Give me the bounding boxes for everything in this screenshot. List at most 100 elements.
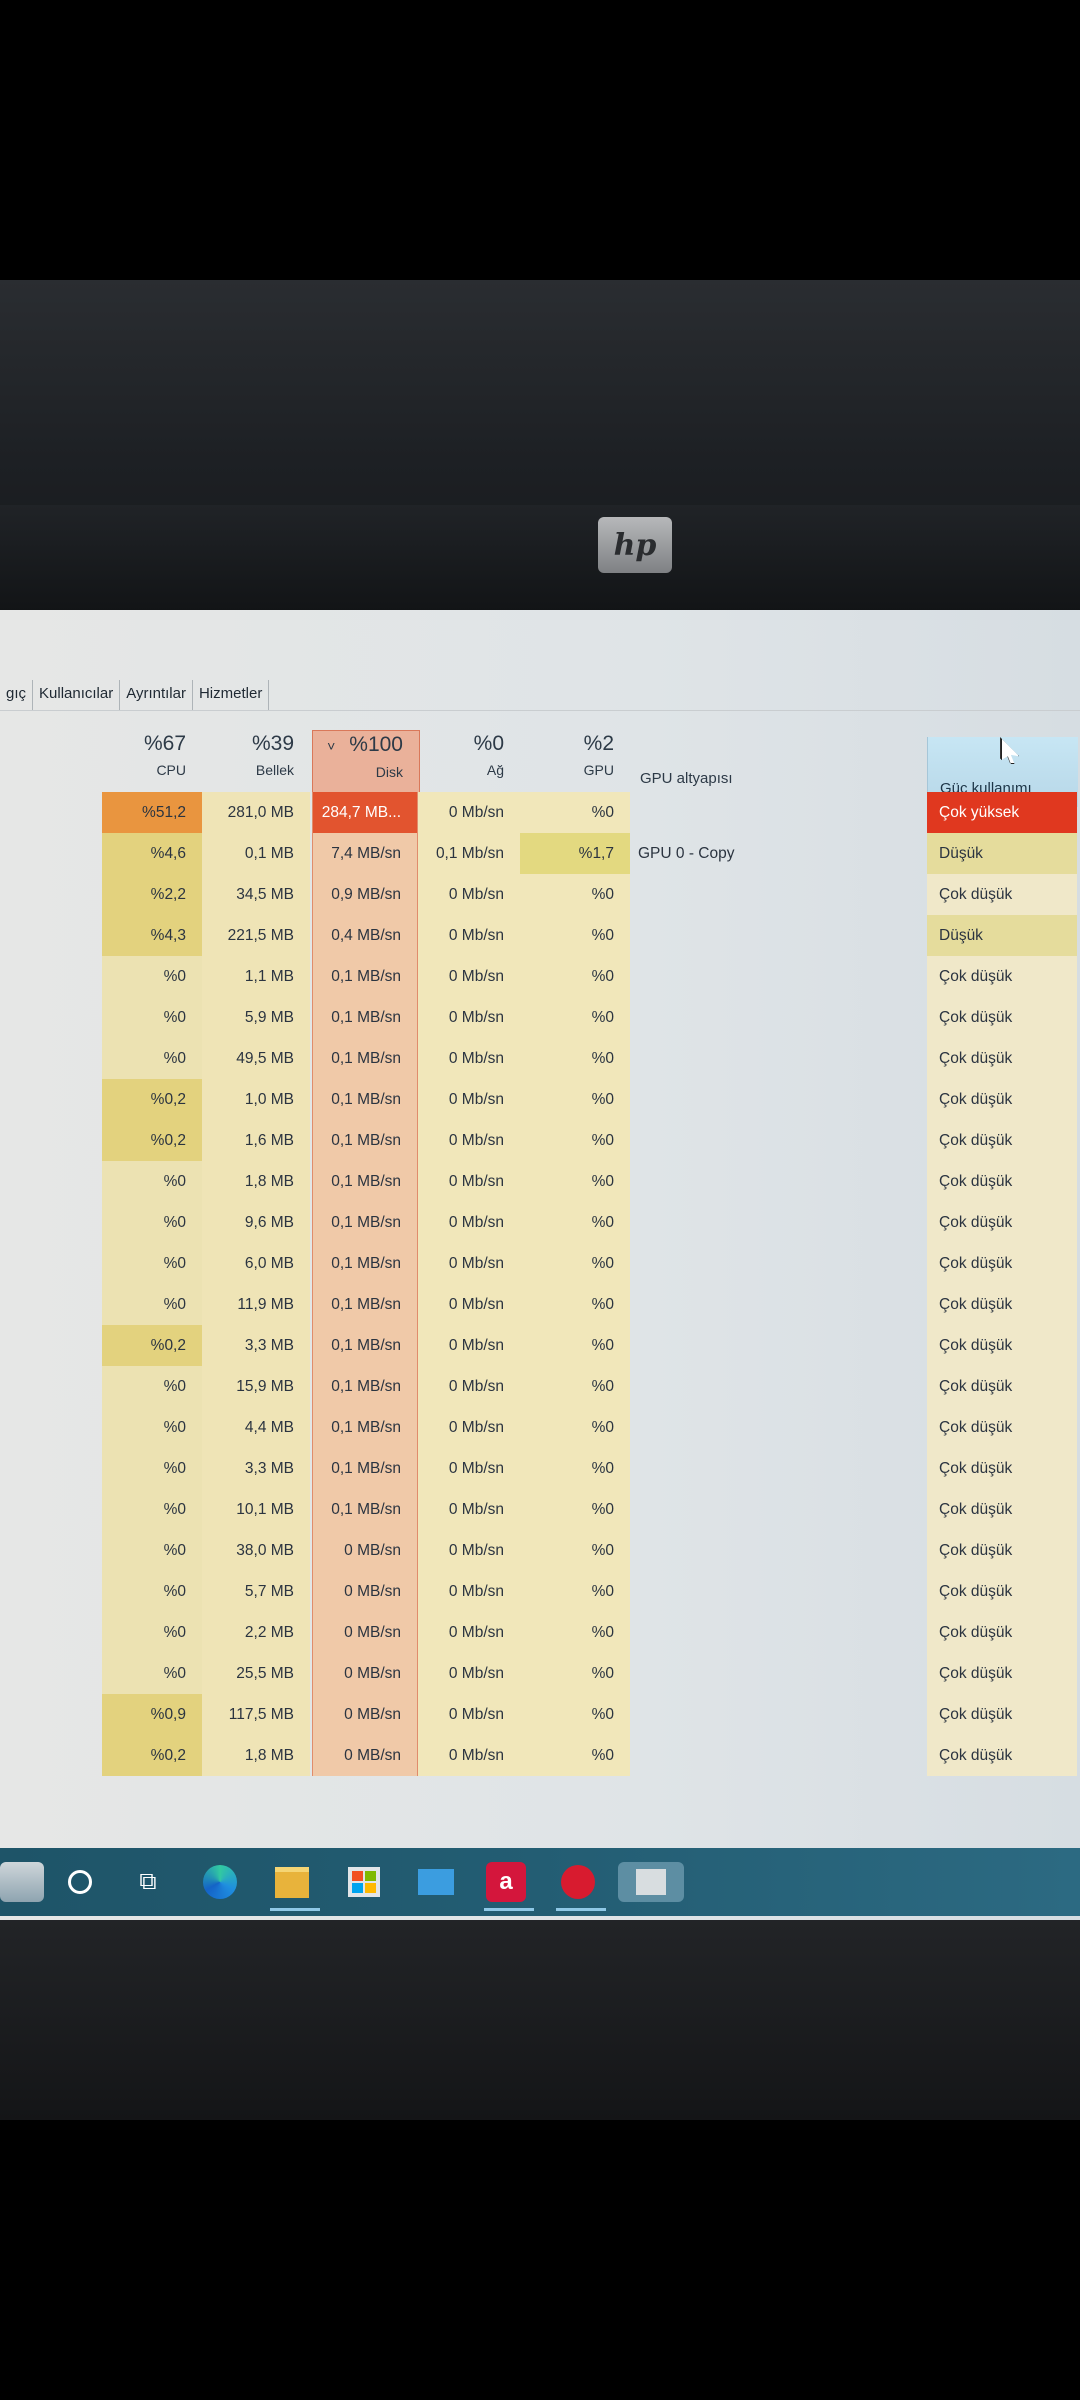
cpu-cell-value: %0,2 — [150, 1747, 186, 1764]
process-row[interactable]: %0 10,1 MB 0,1 MB/sn 0 Mb/sn %0 Çok düşük — [0, 1489, 1080, 1530]
power-usage-cell-value: Düşük — [939, 845, 983, 862]
process-row[interactable]: %0 4,4 MB 0,1 MB/sn 0 Mb/sn %0 Çok düşük — [0, 1407, 1080, 1448]
process-row[interactable]: %0 38,0 MB 0 MB/sn 0 Mb/sn %0 Çok düşük — [0, 1530, 1080, 1571]
memory-cell-value: 0,1 MB — [244, 845, 294, 862]
process-row[interactable]: %0 25,5 MB 0 MB/sn 0 Mb/sn %0 Çok düşük — [0, 1653, 1080, 1694]
disk-cell-value: 0,1 MB/sn — [331, 1009, 401, 1026]
gpu-cell: %0 — [520, 956, 630, 997]
process-row[interactable]: %0,2 1,0 MB 0,1 MB/sn 0 Mb/sn %0 Çok düşük — [0, 1079, 1080, 1120]
network-cell: 0 Mb/sn — [418, 1325, 520, 1366]
memory-cell-value: 10,1 MB — [236, 1501, 294, 1518]
disk-cell-value: 0,1 MB/sn — [331, 1378, 401, 1395]
power-usage-cell-value: Çok düşük — [939, 886, 1013, 903]
column-header-network[interactable]: %0 Ağ — [418, 730, 520, 800]
process-row[interactable]: %0 5,9 MB 0,1 MB/sn 0 Mb/sn %0 Çok düşük — [0, 997, 1080, 1038]
process-row[interactable]: %0 11,9 MB 0,1 MB/sn 0 Mb/sn %0 Çok düşük — [0, 1284, 1080, 1325]
process-row[interactable]: %4,6 0,1 MB 7,4 MB/sn 0,1 Mb/sn %1,7 GPU 0 - … — [0, 833, 1080, 874]
memory-cell: 6,0 MB — [202, 1243, 310, 1284]
process-row[interactable]: %0,2 1,6 MB 0,1 MB/sn 0 Mb/sn %0 Çok düşük — [0, 1120, 1080, 1161]
power-usage-cell-value: Çok düşük — [939, 1009, 1013, 1026]
process-row[interactable]: %2,2 34,5 MB 0,9 MB/sn 0 Mb/sn %0 Çok düşük — [0, 874, 1080, 915]
network-cell: 0 Mb/sn — [418, 1161, 520, 1202]
process-row[interactable]: %0 5,7 MB 0 MB/sn 0 Mb/sn %0 Çok düşük — [0, 1571, 1080, 1612]
column-header-cpu[interactable]: %67 CPU — [102, 730, 202, 800]
gpu-cell-value: %0 — [591, 1050, 614, 1067]
process-row[interactable]: %0 15,9 MB 0,1 MB/sn 0 Mb/sn %0 Çok düşük — [0, 1366, 1080, 1407]
memory-cell: 3,3 MB — [202, 1448, 310, 1489]
network-cell-value: 0 Mb/sn — [448, 968, 504, 985]
process-row[interactable]: %0 9,6 MB 0,1 MB/sn 0 Mb/sn %0 Çok düşük — [0, 1202, 1080, 1243]
gpu-engine-cell — [638, 1653, 838, 1694]
desktop-thumbnail-icon[interactable] — [0, 1862, 44, 1902]
process-row[interactable]: %0 1,1 MB 0,1 MB/sn 0 Mb/sn %0 Çok düşük — [0, 956, 1080, 997]
network-cell-value: 0 Mb/sn — [448, 1419, 504, 1436]
memory-cell: 1,8 MB — [202, 1735, 310, 1776]
gpu-engine-cell — [638, 874, 838, 915]
disk-cell: 0 MB/sn — [312, 1735, 418, 1776]
power-usage-cell: Çok düşük — [927, 1366, 1077, 1407]
process-row[interactable]: %0 2,2 MB 0 MB/sn 0 Mb/sn %0 Çok düşük — [0, 1612, 1080, 1653]
tab-startup[interactable]: gıç — [0, 680, 34, 710]
network-cell-value: 0 Mb/sn — [448, 1583, 504, 1600]
red-app-icon[interactable] — [558, 1862, 598, 1902]
cpu-cell: %51,2 — [102, 792, 202, 833]
process-row[interactable]: %0 6,0 MB 0,1 MB/sn 0 Mb/sn %0 Çok düşük — [0, 1243, 1080, 1284]
disk-cell: 0,1 MB/sn — [312, 1161, 418, 1202]
column-header-gpu-engine[interactable]: GPU altyapısı — [640, 770, 733, 787]
column-header-gpu[interactable]: %2 GPU — [520, 730, 630, 800]
disk-cell-value: 0,1 MB/sn — [331, 1419, 401, 1436]
process-row[interactable]: %0 49,5 MB 0,1 MB/sn 0 Mb/sn %0 Çok düşük — [0, 1038, 1080, 1079]
power-usage-cell-value: Çok düşük — [939, 1460, 1013, 1477]
power-usage-cell: Çok düşük — [927, 1448, 1077, 1489]
tab-details[interactable]: Ayrıntılar — [120, 680, 193, 710]
process-row[interactable]: %51,2 281,0 MB 284,7 MB... 0 Mb/sn %0 Çok yük… — [0, 792, 1080, 833]
process-row[interactable]: %0,9 117,5 MB 0 MB/sn 0 Mb/sn %0 Çok düşük — [0, 1694, 1080, 1735]
amd-icon[interactable]: a — [486, 1862, 526, 1902]
tab-users[interactable]: Kullanıcılar — [33, 680, 121, 710]
store-icon[interactable] — [344, 1862, 384, 1902]
process-row[interactable]: %0 3,3 MB 0,1 MB/sn 0 Mb/sn %0 Çok düşük — [0, 1448, 1080, 1489]
cpu-cell-value: %0 — [163, 1050, 186, 1067]
gpu-cell-value: %0 — [591, 1665, 614, 1682]
memory-cell-value: 281,0 MB — [227, 804, 294, 821]
disk-cell-value: 0,1 MB/sn — [331, 1214, 401, 1231]
cortana-icon[interactable] — [60, 1862, 100, 1902]
cpu-cell-value: %0 — [163, 1009, 186, 1026]
app-icon[interactable] — [618, 1862, 684, 1902]
process-row[interactable]: %4,3 221,5 MB 0,4 MB/sn 0 Mb/sn %0 Düşük — [0, 915, 1080, 956]
cpu-cell-value: %0 — [163, 1378, 186, 1395]
column-header-memory[interactable]: %39 Bellek — [202, 730, 310, 800]
disk-cell: 0,1 MB/sn — [312, 1489, 418, 1530]
power-usage-cell-value: Çok düşük — [939, 1050, 1013, 1067]
gpu-cell: %0 — [520, 1120, 630, 1161]
process-row[interactable]: %0 1,8 MB 0,1 MB/sn 0 Mb/sn %0 Çok düşük — [0, 1161, 1080, 1202]
memory-cell-value: 34,5 MB — [236, 886, 294, 903]
process-row[interactable]: %0,2 1,8 MB 0 MB/sn 0 Mb/sn %0 Çok düşük — [0, 1735, 1080, 1776]
disk-cell-value: 0,1 MB/sn — [331, 1337, 401, 1354]
network-cell: 0 Mb/sn — [418, 1530, 520, 1571]
task-view-icon[interactable]: ⧉ — [128, 1862, 168, 1902]
memory-cell-value: 1,8 MB — [244, 1173, 294, 1190]
gpu-engine-cell: GPU 0 - Copy — [638, 833, 838, 874]
file-explorer-icon[interactable] — [272, 1862, 312, 1902]
edge-icon[interactable] — [200, 1862, 240, 1902]
disk-cell: 0 MB/sn — [312, 1571, 418, 1612]
disk-cell: 7,4 MB/sn — [312, 833, 418, 874]
power-usage-cell-value: Çok düşük — [939, 1542, 1013, 1559]
power-usage-cell-value: Düşük — [939, 927, 983, 944]
process-row[interactable]: %0,2 3,3 MB 0,1 MB/sn 0 Mb/sn %0 Çok düşük — [0, 1325, 1080, 1366]
gpu-engine-cell — [638, 1038, 838, 1079]
cpu-cell: %0,2 — [102, 1325, 202, 1366]
gpu-engine-cell — [638, 1284, 838, 1325]
power-usage-cell: Çok düşük — [927, 1079, 1077, 1120]
power-usage-cell-value: Çok düşük — [939, 1173, 1013, 1190]
cpu-cell: %0 — [102, 1612, 202, 1653]
network-cell: 0 Mb/sn — [418, 1366, 520, 1407]
tab-services[interactable]: Hizmetler — [193, 680, 270, 710]
gpu-cell: %0 — [520, 1038, 630, 1079]
memory-cell: 1,8 MB — [202, 1161, 310, 1202]
disk-cell: 0 MB/sn — [312, 1653, 418, 1694]
mail-icon[interactable] — [416, 1862, 456, 1902]
memory-cell-value: 1,0 MB — [244, 1091, 294, 1108]
network-cell: 0 Mb/sn — [418, 1243, 520, 1284]
